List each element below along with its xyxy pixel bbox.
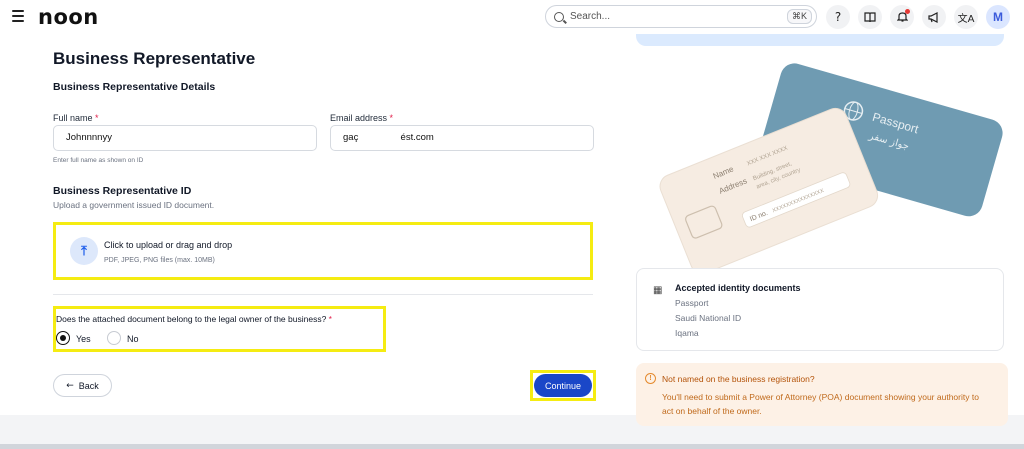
ownership-question-text: Does the attached document belong to the…: [56, 314, 332, 324]
id-section-subtitle: Upload a government issued ID document.: [53, 200, 215, 210]
noon-logo[interactable]: noon: [38, 5, 99, 29]
help-icon[interactable]: ?: [826, 5, 850, 29]
full-name-label: Full name *: [53, 113, 99, 123]
poa-warning-body: You'll need to submit a Power of Attorne…: [662, 392, 979, 416]
megaphone-icon[interactable]: [922, 5, 946, 29]
full-name-field[interactable]: Johnnnnyy: [53, 125, 317, 151]
info-panel: Passport جواز سفر Name XXX XXX XXXX Addr…: [620, 34, 1024, 426]
bell-icon[interactable]: [890, 5, 914, 29]
email-label: Email address *: [330, 113, 394, 123]
upload-subtitle: PDF, JPEG, PNG files (max. 10MB): [104, 257, 215, 264]
search-input[interactable]: [570, 11, 770, 22]
radio-no-label[interactable]: No: [127, 334, 139, 344]
id-documents-illustration: Passport جواز سفر Name XXX XXX XXXX Addr…: [659, 63, 1003, 269]
menu-icon[interactable]: [12, 10, 24, 22]
user-avatar[interactable]: M: [986, 5, 1010, 29]
email-field[interactable]: gaç ést.com: [330, 125, 594, 151]
grid-icon: ▦: [653, 285, 663, 296]
accepted-document-item: Iqama: [675, 328, 699, 338]
search-icon: [554, 11, 564, 22]
upload-dropzone[interactable]: ⤒ Click to upload or drag and drop PDF, …: [53, 222, 593, 280]
accepted-documents-title: Accepted identity documents: [675, 283, 801, 293]
divider: [53, 294, 593, 295]
accepted-documents-card: ▦ Accepted identity documents Passport S…: [636, 268, 1004, 351]
back-button[interactable]: ← Back: [53, 374, 112, 397]
full-name-hint: Enter full name as shown on ID: [53, 157, 144, 164]
info-panel-top-band: [636, 34, 1004, 46]
book-icon[interactable]: [858, 5, 882, 29]
notification-dot-icon: [905, 9, 910, 14]
section-subtitle: Business Representative Details: [53, 81, 216, 93]
continue-button[interactable]: Continue: [534, 374, 592, 397]
id-section-title: Business Representative ID: [53, 185, 192, 197]
radio-yes[interactable]: [56, 331, 70, 345]
poa-warning-title: Not named on the business registration?: [662, 374, 815, 384]
continue-highlight: Continue: [530, 370, 596, 401]
form-panel: Business Representative Business Represe…: [0, 34, 620, 415]
top-bar: noon ⌘K ? 文A M: [0, 0, 1024, 34]
search-bar[interactable]: ⌘K: [545, 5, 817, 28]
upload-title: Click to upload or drag and drop: [104, 240, 233, 250]
radio-yes-label[interactable]: Yes: [76, 334, 91, 344]
search-shortcut-badge: ⌘K: [786, 9, 812, 24]
ownership-question: Does the attached document belong to the…: [53, 306, 386, 352]
radio-no[interactable]: [107, 331, 121, 345]
page-title: Business Representative: [53, 49, 256, 68]
upload-icon: ⤒: [70, 237, 98, 265]
bottom-scrollbar[interactable]: [0, 444, 1024, 449]
poa-warning-card: ! Not named on the business registration…: [636, 363, 1008, 426]
translate-icon[interactable]: 文A: [954, 5, 978, 29]
accepted-document-item: Passport: [675, 298, 709, 308]
accepted-document-item: Saudi National ID: [675, 313, 742, 323]
info-icon: !: [645, 373, 656, 384]
arrow-left-icon: ←: [66, 380, 74, 391]
